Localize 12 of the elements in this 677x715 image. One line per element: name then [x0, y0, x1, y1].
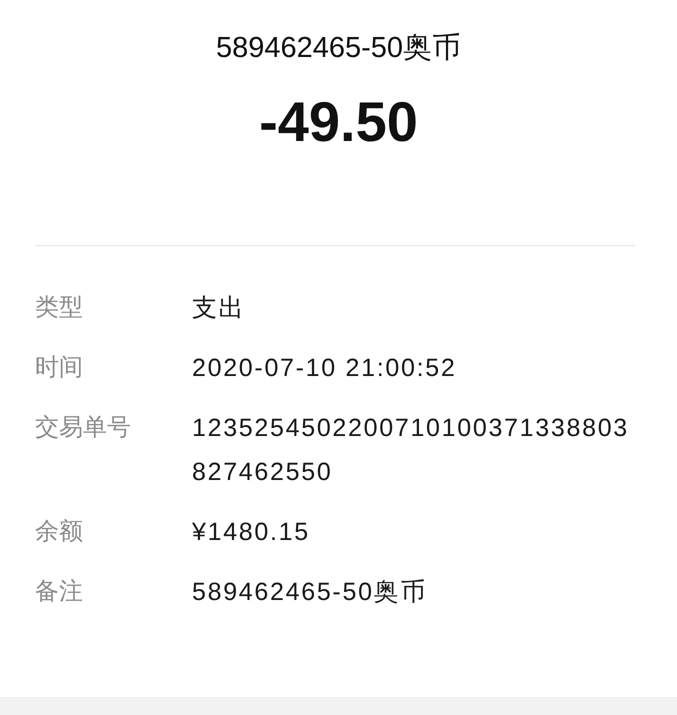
- detail-label: 类型: [35, 293, 84, 323]
- transaction-title: 589462465-50奥币: [214, 31, 462, 66]
- detail-value: 1235254502200710100371338803827462550: [192, 413, 630, 488]
- detail-label: 交易单号: [35, 413, 132, 443]
- detail-label: 余额: [35, 517, 84, 547]
- detail-value: 2020-07-10 21:00:52: [192, 353, 458, 384]
- amount: -49.50: [258, 90, 419, 154]
- detail-label: 时间: [35, 353, 84, 383]
- detail-value: 589462465-50奥币: [192, 577, 428, 608]
- detail-value: ¥1480.15: [192, 517, 311, 548]
- detail-value: 支出: [192, 293, 246, 324]
- detail-label: 备注: [35, 577, 84, 607]
